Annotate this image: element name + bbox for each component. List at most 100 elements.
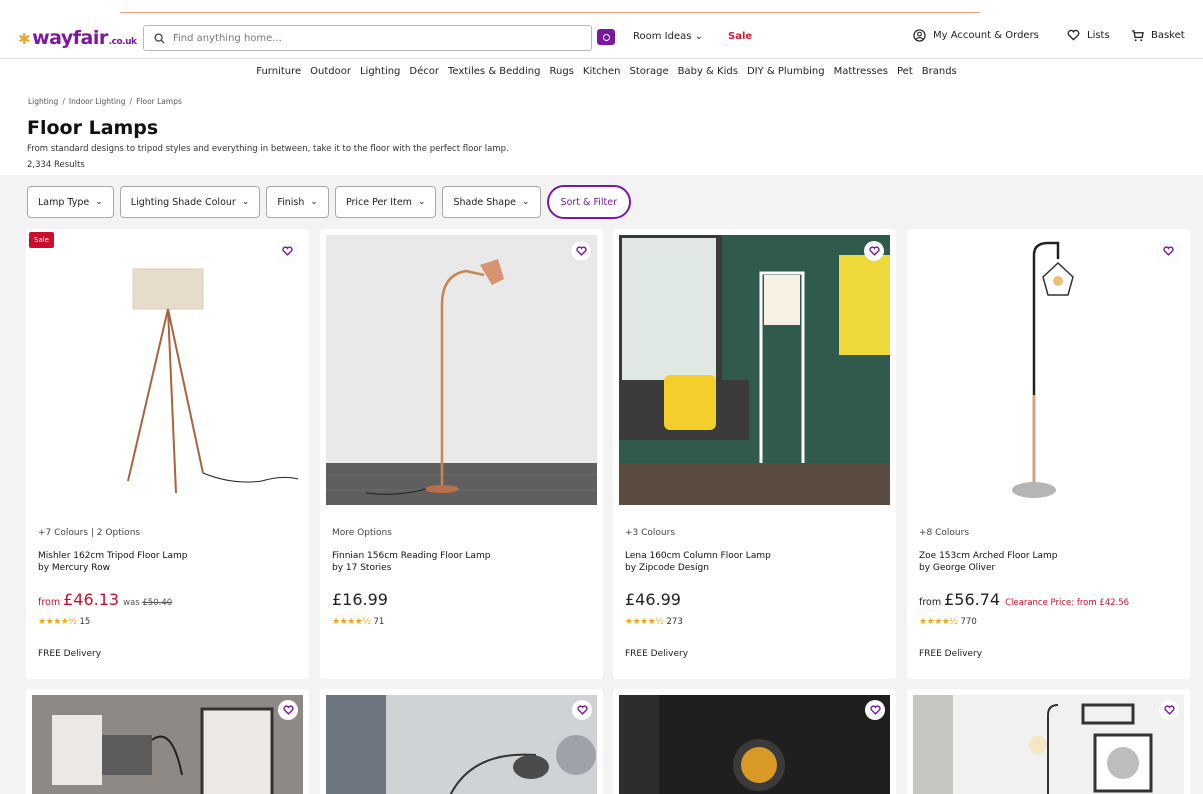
breadcrumb-lighting[interactable]: Lighting xyxy=(28,97,58,106)
breadcrumb-floor-lamps[interactable]: Floor Lamps xyxy=(136,97,182,106)
filter-label: Lamp Type xyxy=(38,196,90,208)
product-price: £16.99 xyxy=(332,590,388,609)
chevron-down-icon: ⌄ xyxy=(694,31,704,42)
favorite-heart-icon[interactable] xyxy=(864,241,884,261)
nav-item-brands[interactable]: Brands xyxy=(922,66,957,82)
nav-item-rugs[interactable]: Rugs xyxy=(549,66,573,82)
category-nav: Furniture Outdoor Lighting Décor Textile… xyxy=(0,66,1203,82)
search-icon xyxy=(154,32,165,44)
favorite-heart-icon[interactable] xyxy=(571,241,591,261)
product-image[interactable] xyxy=(326,235,597,505)
product-image[interactable] xyxy=(32,695,303,794)
logo-text: wayfair xyxy=(32,27,108,49)
heart-icon xyxy=(1067,29,1080,41)
nav-item-textiles[interactable]: Textiles & Bedding xyxy=(448,66,540,82)
nav-item-lighting[interactable]: Lighting xyxy=(360,66,400,82)
product-options: +7 Colours | 2 Options xyxy=(38,528,141,538)
filter-shade-colour[interactable]: Lighting Shade Colour ⌄ xyxy=(119,186,261,218)
product-price: £46.13 xyxy=(63,590,120,609)
nav-item-mattresses[interactable]: Mattresses xyxy=(834,66,888,82)
favorite-heart-icon[interactable] xyxy=(1159,700,1179,720)
product-title[interactable]: Lena 160cm Column Floor Lamp xyxy=(625,550,885,562)
nav-item-decor[interactable]: Décor xyxy=(409,66,439,82)
breadcrumb-indoor-lighting[interactable]: Indoor Lighting xyxy=(69,97,126,106)
price-from-label: from xyxy=(919,597,942,608)
product-price: £46.99 xyxy=(625,590,681,609)
filter-finish[interactable]: Finish ⌄ xyxy=(266,186,329,218)
product-card[interactable] xyxy=(320,689,603,794)
filter-label: Finish xyxy=(277,196,305,208)
filter-lamp-type[interactable]: Lamp Type ⌄ xyxy=(27,186,114,218)
product-name[interactable]: Lena 160cm Column Floor Lamp by Zipcode … xyxy=(625,550,885,574)
product-name[interactable]: Finnian 156cm Reading Floor Lamp by 17 S… xyxy=(332,550,592,574)
product-card[interactable]: More Options Finnian 156cm Reading Floor… xyxy=(320,229,603,679)
product-image[interactable] xyxy=(913,235,1184,505)
nav-item-storage[interactable]: Storage xyxy=(629,66,668,82)
product-image[interactable] xyxy=(619,695,890,794)
filter-label: Shade Shape xyxy=(453,196,516,208)
favorite-heart-icon[interactable] xyxy=(865,700,885,720)
nav-item-pet[interactable]: Pet xyxy=(897,66,913,82)
filter-shade-shape[interactable]: Shade Shape ⌄ xyxy=(442,186,541,218)
sale-link[interactable]: Sale xyxy=(728,31,752,42)
account-link[interactable]: My Account & Orders xyxy=(913,29,1039,42)
product-title[interactable]: Zoe 153cm Arched Floor Lamp xyxy=(919,550,1179,562)
chevron-down-icon: ⌄ xyxy=(310,197,318,207)
rating: ★★★★½ 15 xyxy=(38,617,90,627)
breadcrumb: Lighting / Indoor Lighting / Floor Lamps xyxy=(28,97,182,106)
favorite-heart-icon[interactable] xyxy=(1158,241,1178,261)
product-image[interactable] xyxy=(619,235,890,505)
price-row: £46.99 xyxy=(625,590,681,609)
room-ideas-menu[interactable]: Room Ideas ⌄ xyxy=(633,31,703,42)
wayfair-logo[interactable]: ✱ wayfair .co.uk xyxy=(18,27,137,49)
product-image[interactable] xyxy=(913,695,1184,794)
favorite-heart-icon[interactable] xyxy=(278,700,298,720)
product-card[interactable]: +3 Colours Lena 160cm Column Floor Lamp … xyxy=(613,229,896,679)
filter-bar: Lamp Type ⌄ Lighting Shade Colour ⌄ Finish… xyxy=(27,185,631,219)
rating: ★★★★½ 71 xyxy=(332,617,384,627)
clearance-price: Clearance Price: from £42.56 xyxy=(1005,598,1130,608)
lists-link[interactable]: Lists xyxy=(1067,29,1110,41)
basket-link[interactable]: Basket xyxy=(1131,29,1185,42)
favorite-heart-icon[interactable] xyxy=(572,700,592,720)
product-title[interactable]: Finnian 156cm Reading Floor Lamp xyxy=(332,550,592,562)
product-name[interactable]: Zoe 153cm Arched Floor Lamp by George Ol… xyxy=(919,550,1179,574)
product-brand: by 17 Stories xyxy=(332,563,392,573)
account-icon xyxy=(913,29,926,42)
product-options: +3 Colours xyxy=(625,528,676,538)
was-label: was xyxy=(123,598,140,608)
account-label: My Account & Orders xyxy=(933,30,1039,41)
filter-price[interactable]: Price Per Item ⌄ xyxy=(334,186,437,218)
product-card[interactable]: Sale +7 Colours | 2 Options Mishler 162c… xyxy=(26,229,309,679)
delivery-info: FREE Delivery xyxy=(919,649,983,659)
camera-search-icon[interactable] xyxy=(597,29,615,45)
product-image[interactable] xyxy=(32,235,303,505)
site-header: ✱ wayfair .co.uk Find anything home... R… xyxy=(0,22,1203,56)
chevron-down-icon: ⌄ xyxy=(95,197,103,207)
nav-item-furniture[interactable]: Furniture xyxy=(256,66,301,82)
nav-item-outdoor[interactable]: Outdoor xyxy=(310,66,351,82)
product-card[interactable] xyxy=(613,689,896,794)
product-title[interactable]: Mishler 162cm Tripod Floor Lamp xyxy=(38,550,298,562)
product-card[interactable] xyxy=(907,689,1190,794)
nav-item-diy-plumbing[interactable]: DIY & Plumbing xyxy=(747,66,825,82)
basket-label: Basket xyxy=(1151,30,1185,41)
price-row: from £56.74 Clearance Price: from £42.56 xyxy=(919,590,1129,609)
price-row: £16.99 xyxy=(332,590,388,609)
nav-item-baby-kids[interactable]: Baby & Kids xyxy=(678,66,738,82)
sale-badge: Sale xyxy=(29,232,54,248)
product-card[interactable] xyxy=(26,689,309,794)
nav-item-kitchen[interactable]: Kitchen xyxy=(583,66,621,82)
search-input[interactable]: Find anything home... xyxy=(143,25,592,51)
product-name[interactable]: Mishler 162cm Tripod Floor Lamp by Mercu… xyxy=(38,550,298,574)
product-image[interactable] xyxy=(326,695,597,794)
review-count: 770 xyxy=(960,617,977,627)
product-card[interactable]: +8 Colours Zoe 153cm Arched Floor Lamp b… xyxy=(907,229,1190,679)
lists-label: Lists xyxy=(1087,29,1110,41)
chevron-down-icon: ⌄ xyxy=(241,197,250,207)
results-count: 2,334 Results xyxy=(27,160,85,170)
favorite-heart-icon[interactable] xyxy=(277,241,297,261)
delivery-info: FREE Delivery xyxy=(625,649,689,659)
sort-filter-button[interactable]: Sort & Filter xyxy=(546,185,631,219)
star-rating-icon: ★★★★½ xyxy=(332,617,371,627)
